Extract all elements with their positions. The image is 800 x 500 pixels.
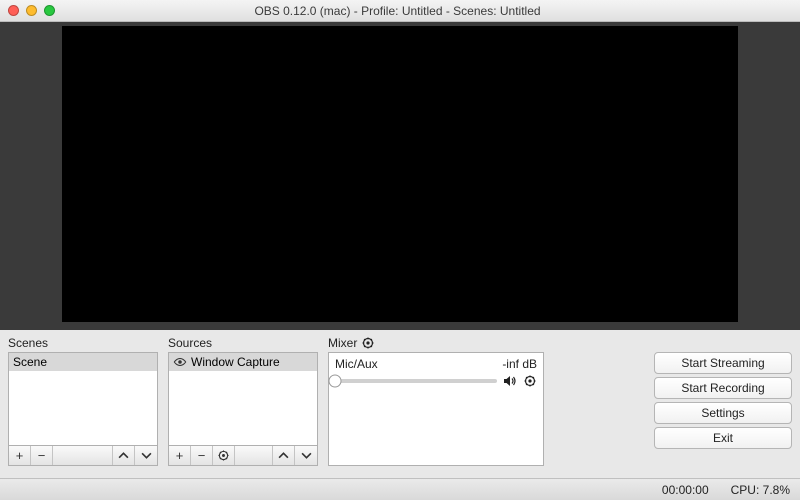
sources-toolbar-spacer <box>235 446 273 465</box>
minus-icon: − <box>198 448 206 463</box>
scenes-toolbar-spacer <box>53 446 113 465</box>
scenes-toolbar: + − <box>8 446 158 466</box>
settings-button[interactable]: Settings <box>654 402 792 424</box>
chevron-down-icon <box>301 450 312 461</box>
preview-canvas[interactable] <box>62 26 738 322</box>
sources-move-up-button[interactable] <box>273 446 295 465</box>
mixer-channel-settings-button[interactable] <box>523 374 537 388</box>
mixer-box: Mic/Aux -inf dB <box>328 352 544 466</box>
mixer-settings-button[interactable] <box>361 336 375 350</box>
status-bar: 00:00:00 CPU: 7.8% <box>0 478 800 500</box>
title-bar: OBS 0.12.0 (mac) - Profile: Untitled - S… <box>0 0 800 22</box>
gear-icon <box>362 337 374 349</box>
mixer-channel-name: Mic/Aux <box>335 357 378 371</box>
source-item-label: Window Capture <box>191 355 280 369</box>
preview-area <box>0 22 800 330</box>
slider-thumb[interactable] <box>329 375 342 388</box>
plus-icon: + <box>16 448 24 463</box>
scenes-label: Scenes <box>8 336 158 350</box>
mixer-volume-slider[interactable] <box>335 379 497 383</box>
chevron-down-icon <box>141 450 152 461</box>
mixer-panel: Mixer Mic/Aux -inf dB <box>328 336 544 478</box>
eye-icon <box>173 357 187 367</box>
chevron-up-icon <box>118 450 129 461</box>
plus-icon: + <box>176 448 184 463</box>
scenes-move-down-button[interactable] <box>135 446 157 465</box>
chevron-up-icon <box>278 450 289 461</box>
start-recording-button[interactable]: Start Recording <box>654 377 792 399</box>
mixer-mute-button[interactable] <box>503 374 517 388</box>
mixer-label-text: Mixer <box>328 336 357 350</box>
speaker-icon <box>503 375 517 387</box>
sources-panel: Sources Window Capture + − <box>168 336 318 478</box>
scene-item[interactable]: Scene <box>9 353 157 371</box>
sources-properties-button[interactable] <box>213 446 235 465</box>
control-buttons: Start Streaming Start Recording Settings… <box>654 336 792 478</box>
minus-icon: − <box>38 448 46 463</box>
sources-list[interactable]: Window Capture <box>168 352 318 446</box>
scenes-remove-button[interactable]: − <box>31 446 53 465</box>
scenes-list[interactable]: Scene <box>8 352 158 446</box>
status-cpu: CPU: 7.8% <box>731 483 790 497</box>
bottom-panels: Scenes Scene + − Sources Window Capture <box>0 330 800 478</box>
sources-toolbar: + − <box>168 446 318 466</box>
status-time: 00:00:00 <box>662 483 709 497</box>
sources-label: Sources <box>168 336 318 350</box>
start-streaming-button[interactable]: Start Streaming <box>654 352 792 374</box>
scenes-move-up-button[interactable] <box>113 446 135 465</box>
source-item[interactable]: Window Capture <box>169 353 317 371</box>
window-title: OBS 0.12.0 (mac) - Profile: Untitled - S… <box>3 4 792 18</box>
gear-icon <box>524 375 536 387</box>
sources-remove-button[interactable]: − <box>191 446 213 465</box>
gear-icon <box>218 450 229 461</box>
visibility-icon[interactable] <box>173 355 187 369</box>
sources-add-button[interactable]: + <box>169 446 191 465</box>
exit-button[interactable]: Exit <box>654 427 792 449</box>
sources-move-down-button[interactable] <box>295 446 317 465</box>
mixer-channel-level: -inf dB <box>502 357 537 371</box>
mixer-label: Mixer <box>328 336 544 350</box>
scenes-add-button[interactable]: + <box>9 446 31 465</box>
scenes-panel: Scenes Scene + − <box>8 336 158 478</box>
